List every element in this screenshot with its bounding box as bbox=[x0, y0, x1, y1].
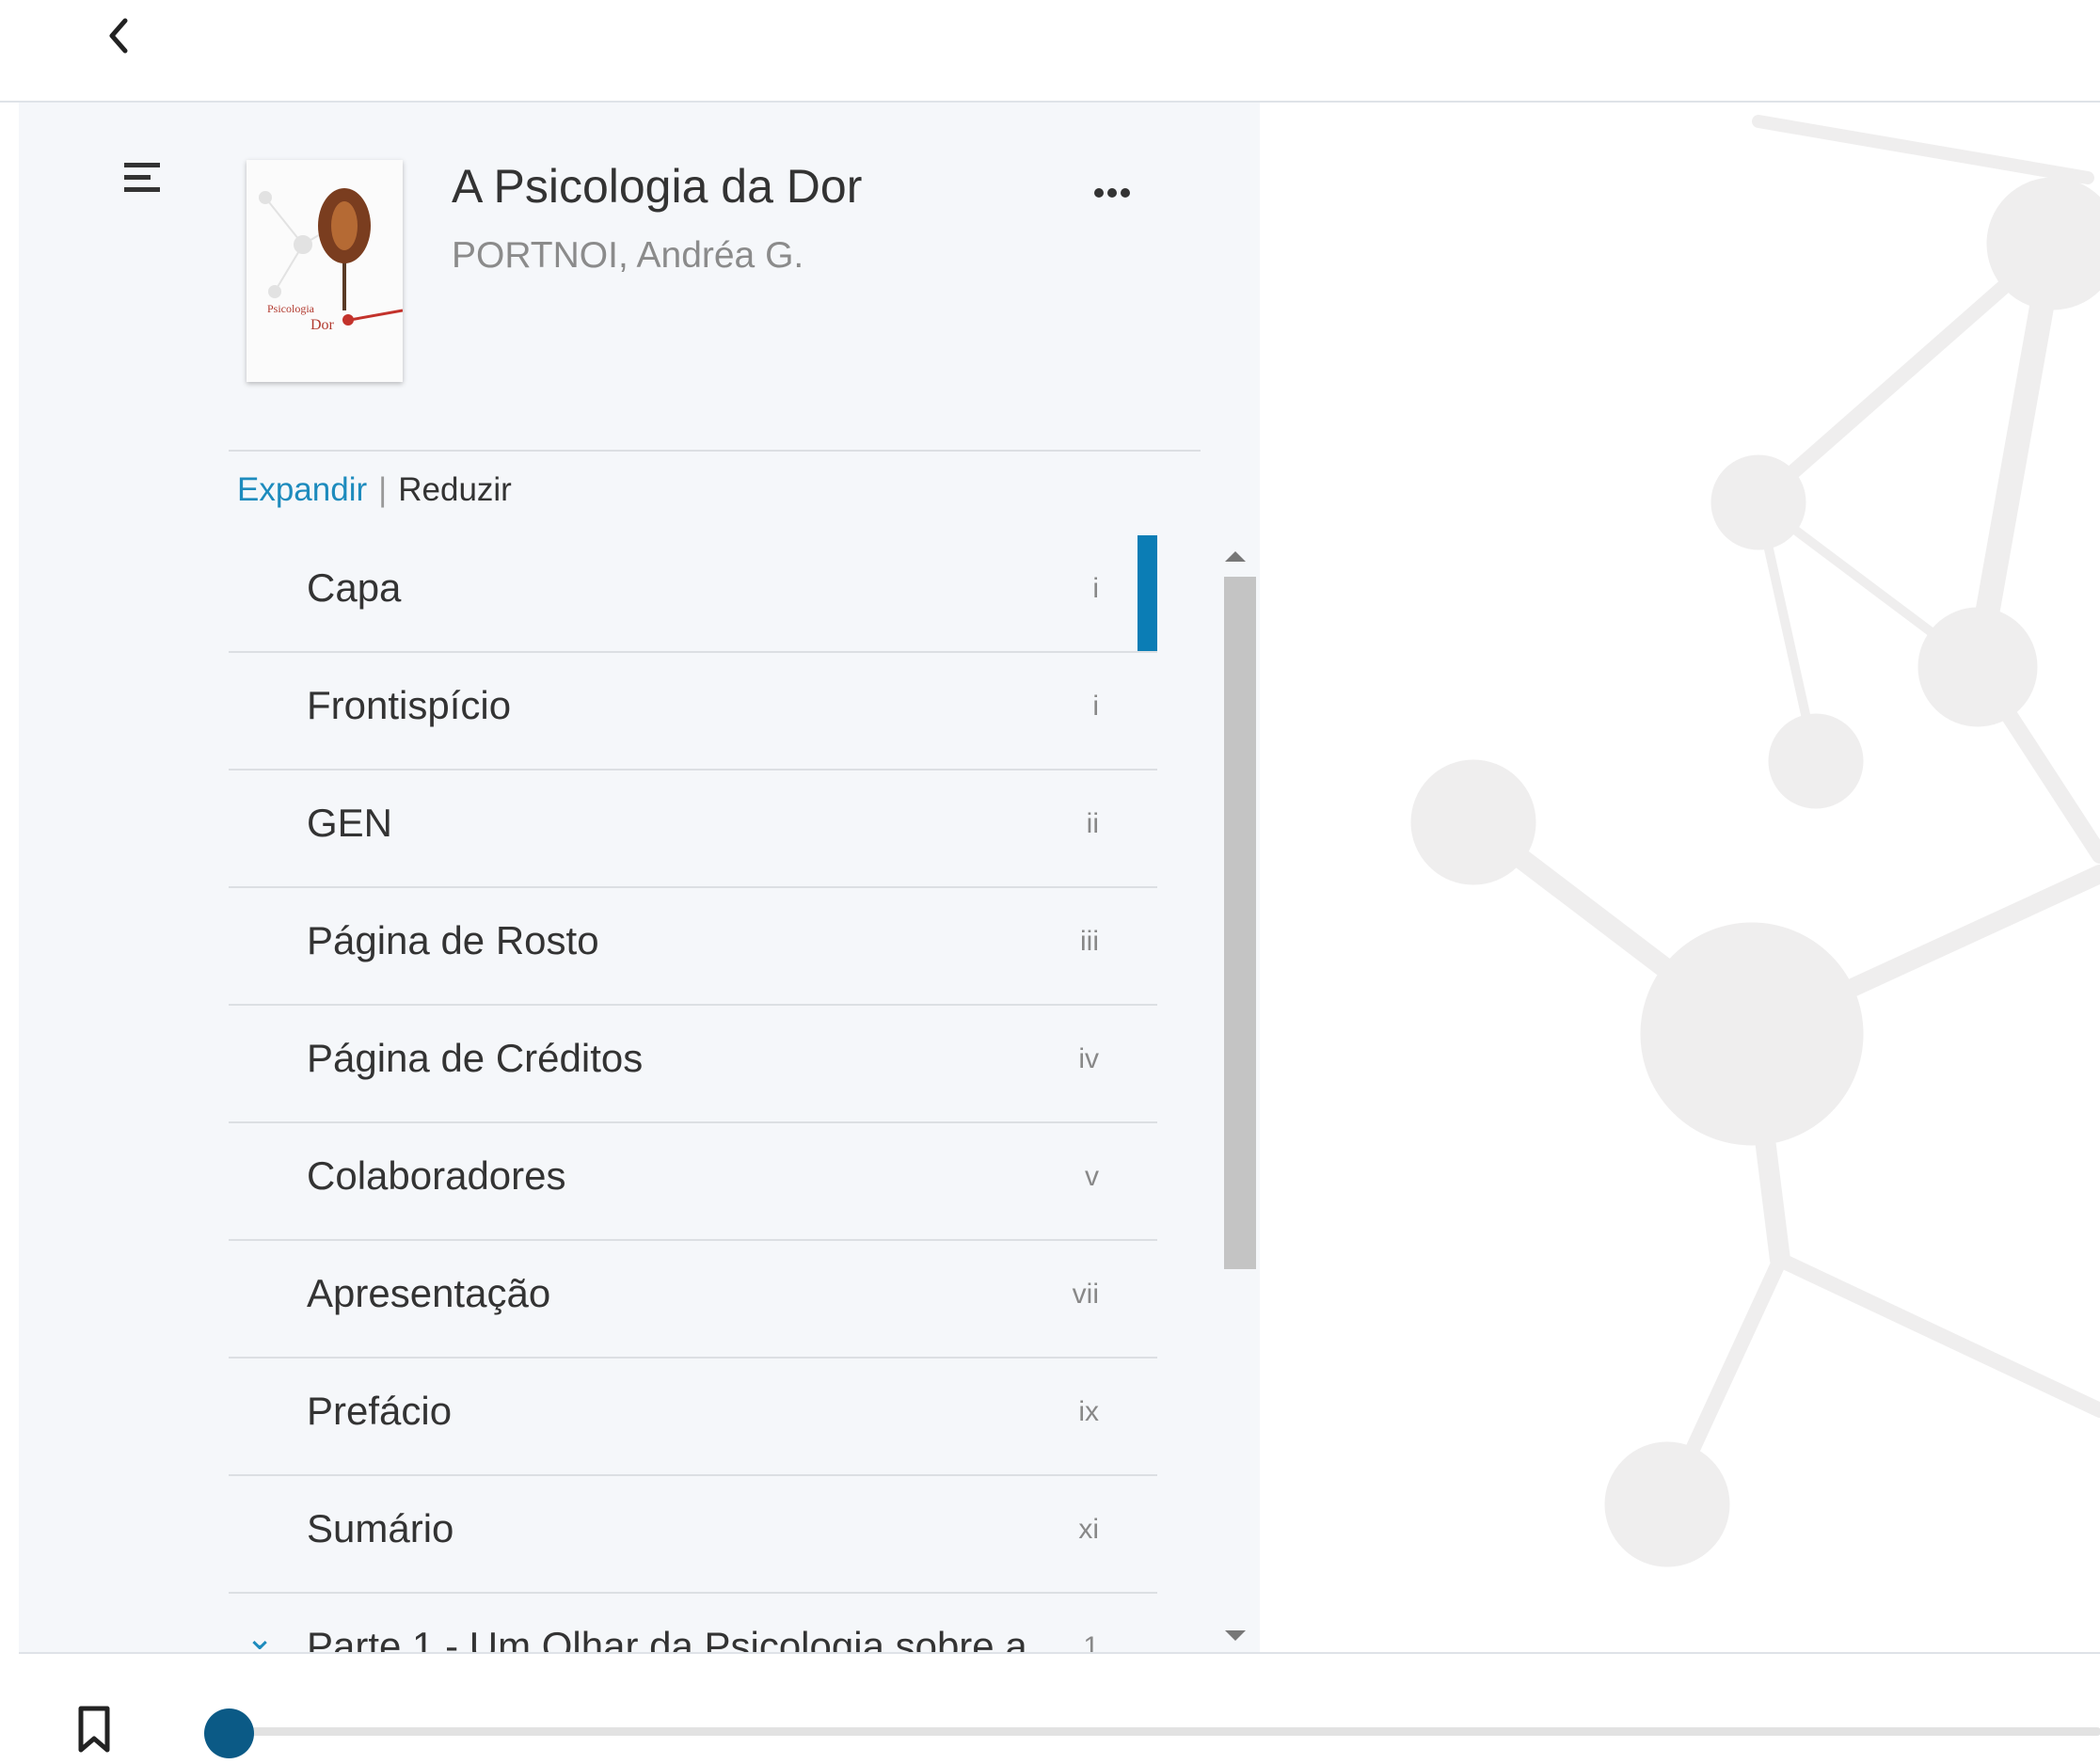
toc-item-page: iii bbox=[1080, 926, 1099, 957]
book-author: PORTNOI, Andréa G. bbox=[452, 235, 804, 276]
menu-lines-icon bbox=[124, 163, 160, 192]
progress-track[interactable] bbox=[229, 1727, 2100, 1736]
table-of-contents-panel: Psicologia Dor A Psicologia da Dor PORTN… bbox=[19, 103, 1260, 1652]
toc-list: Capa i Frontispício i GEN ii Página de R… bbox=[229, 535, 1157, 1652]
toc-item-page: i bbox=[1092, 691, 1099, 722]
reader-footer bbox=[19, 1652, 2100, 1764]
toc-item-page: xi bbox=[1078, 1514, 1099, 1545]
molecule-background-illustration bbox=[1410, 115, 2100, 1567]
toc-item-capa[interactable]: Capa i bbox=[229, 535, 1157, 653]
toc-item-label: Colaboradores bbox=[307, 1153, 566, 1198]
chevron-down-icon[interactable]: ⌄ bbox=[246, 1618, 274, 1652]
book-cover-image: Psicologia Dor bbox=[247, 160, 403, 382]
toc-item-sumario[interactable]: Sumário xi bbox=[229, 1476, 1157, 1594]
toc-item-pagina-de-rosto[interactable]: Página de Rosto iii bbox=[229, 888, 1157, 1006]
active-item-marker bbox=[1138, 535, 1157, 651]
toc-item-apresentacao[interactable]: Apresentação vii bbox=[229, 1241, 1157, 1359]
reading-progress-slider[interactable] bbox=[204, 1708, 2100, 1758]
toc-item-prefacio[interactable]: Prefácio ix bbox=[229, 1359, 1157, 1476]
toc-item-page: vii bbox=[1072, 1279, 1099, 1310]
collapse-all-link[interactable]: Reduzir bbox=[398, 471, 512, 508]
book-cover: Psicologia Dor bbox=[247, 160, 403, 382]
toc-item-label: GEN bbox=[307, 801, 393, 845]
bookmark-icon bbox=[78, 1706, 110, 1753]
toc-item-page: ix bbox=[1078, 1396, 1099, 1427]
expand-all-link[interactable]: Expandir bbox=[237, 471, 367, 508]
svg-text:Psicologia: Psicologia bbox=[267, 302, 315, 315]
toc-scrollbar[interactable] bbox=[1220, 535, 1260, 1652]
toc-item-label: Capa bbox=[307, 565, 402, 610]
toc-item-label: Sumário bbox=[307, 1506, 454, 1550]
toc-item-page: iv bbox=[1078, 1043, 1099, 1074]
toc-item-page: ii bbox=[1086, 808, 1099, 839]
back-button[interactable] bbox=[94, 9, 147, 62]
toc-item-label: Página de Créditos bbox=[307, 1036, 644, 1080]
toc-item-label: Parte 1 - Um Olhar da Psicologia sobre a bbox=[307, 1624, 1027, 1652]
toc-item-gen[interactable]: GEN ii bbox=[229, 771, 1157, 888]
scrollbar-thumb[interactable] bbox=[1224, 577, 1256, 1269]
more-options-button[interactable] bbox=[1082, 163, 1142, 223]
bookmark-button[interactable] bbox=[72, 1703, 117, 1756]
toc-item-label: Página de Rosto bbox=[307, 918, 599, 962]
toc-item-label: Prefácio bbox=[307, 1389, 453, 1433]
toc-menu-button[interactable] bbox=[100, 151, 160, 212]
toc-item-page: 1 bbox=[1083, 1631, 1099, 1652]
toc-item-pagina-de-creditos[interactable]: Página de Créditos iv bbox=[229, 1006, 1157, 1123]
chevron-left-icon bbox=[109, 18, 128, 54]
scroll-up-arrow-icon[interactable] bbox=[1225, 551, 1246, 562]
toc-item-page: v bbox=[1085, 1161, 1099, 1192]
divider bbox=[229, 450, 1201, 452]
more-horizontal-icon bbox=[1094, 188, 1130, 198]
toc-item-page: i bbox=[1092, 573, 1099, 604]
top-bar bbox=[0, 0, 2100, 103]
scroll-down-arrow-icon[interactable] bbox=[1225, 1630, 1246, 1641]
book-title: A Psicologia da Dor bbox=[452, 160, 863, 213]
toc-item-label: Apresentação bbox=[307, 1271, 551, 1315]
svg-text:Dor: Dor bbox=[310, 317, 335, 333]
toc-item-colaboradores[interactable]: Colaboradores v bbox=[229, 1123, 1157, 1241]
progress-handle[interactable] bbox=[204, 1708, 254, 1758]
expand-collapse-controls: Expandir | Reduzir bbox=[237, 471, 512, 509]
toc-item-label: Frontispício bbox=[307, 683, 512, 727]
toc-item-frontispicio[interactable]: Frontispício i bbox=[229, 653, 1157, 771]
toc-item-parte-1[interactable]: ⌄ Parte 1 - Um Olhar da Psicologia sobre… bbox=[229, 1594, 1157, 1652]
separator: | bbox=[378, 471, 388, 508]
page-content-area bbox=[1260, 103, 2100, 1652]
